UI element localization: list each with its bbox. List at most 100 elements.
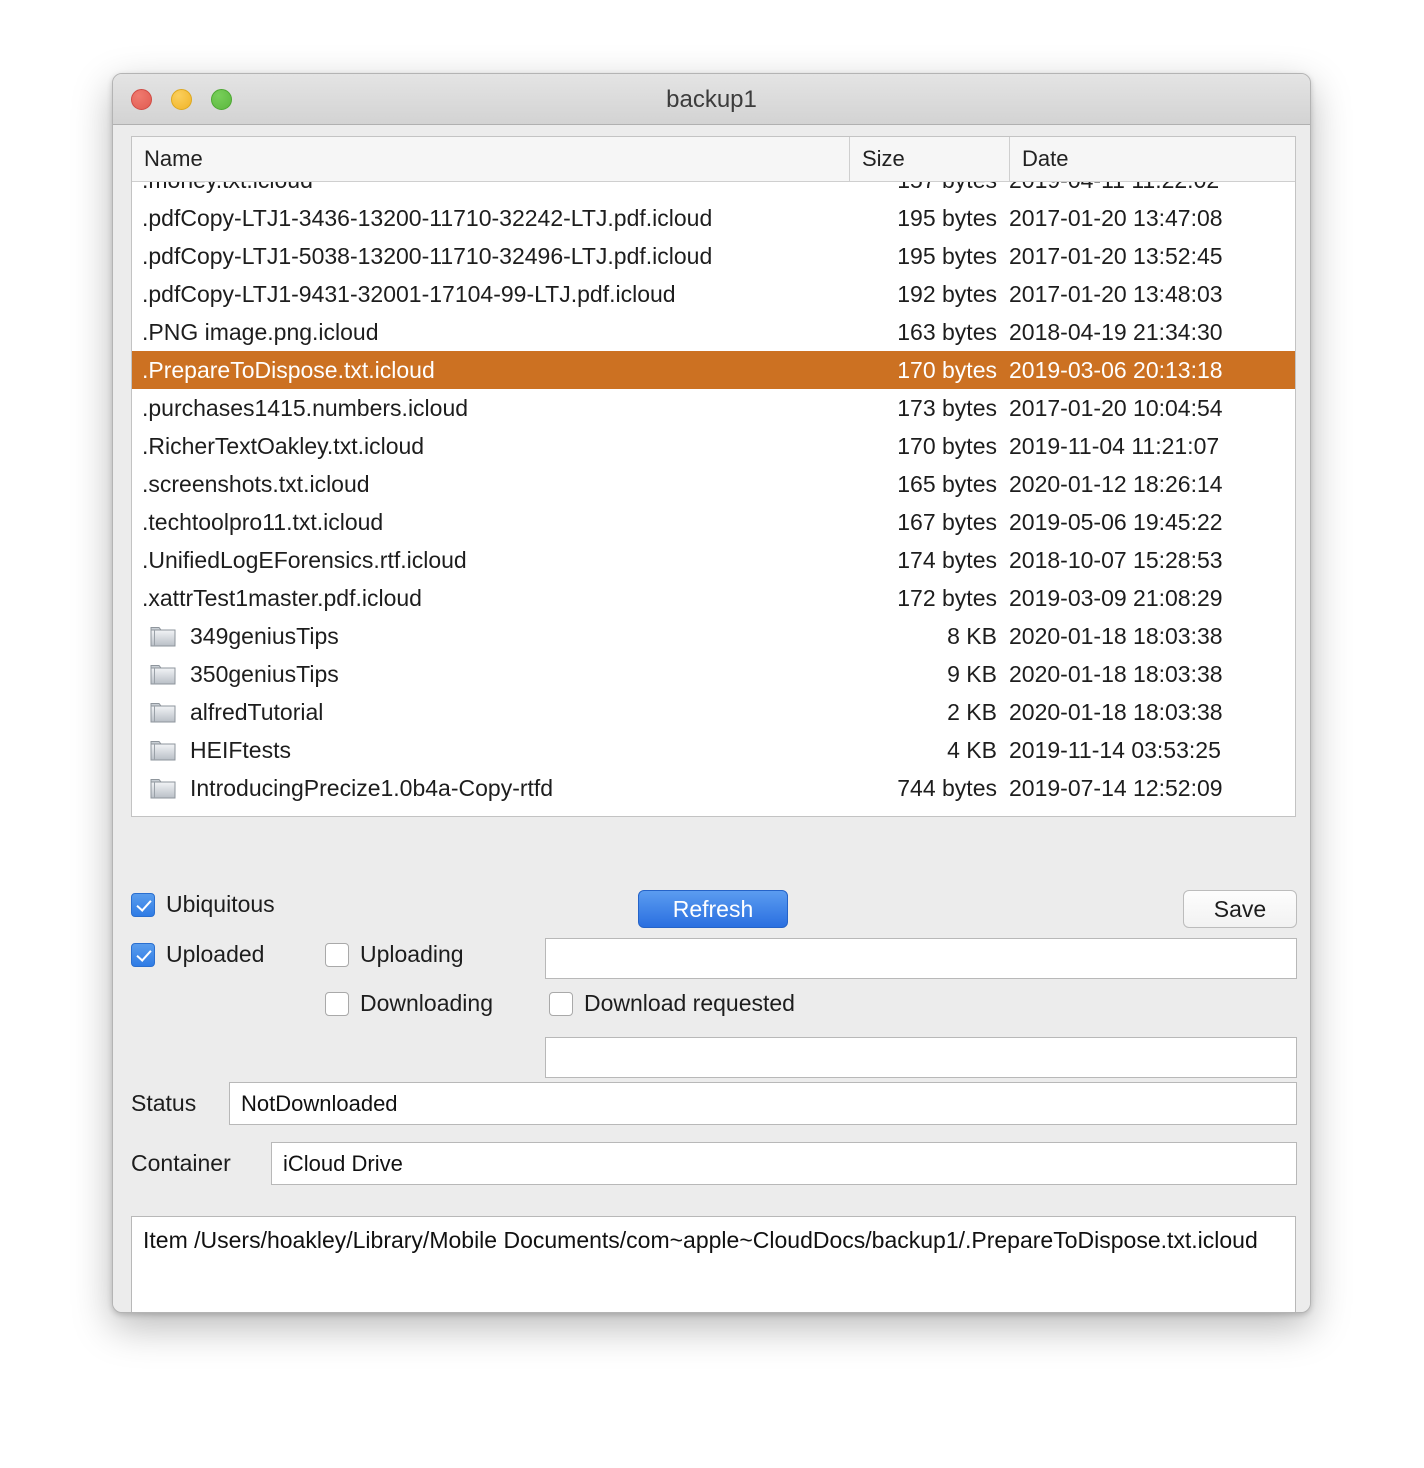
table-row[interactable]: .PrepareToDispose.txt.icloud170 bytes 201… <box>132 351 1295 389</box>
file-size-cell: 170 bytes <box>849 351 997 389</box>
download-text-field[interactable] <box>545 1037 1297 1078</box>
refresh-button[interactable]: Refresh <box>638 890 788 928</box>
file-date-cell: 2017-01-20 10:04:54 <box>1009 389 1295 427</box>
file-date-cell: 2017-01-20 13:52:45 <box>1009 237 1295 275</box>
table-row[interactable]: .purchases1415.numbers.icloud173 bytes 20… <box>132 389 1295 427</box>
container-label: Container <box>131 1150 231 1177</box>
checkbox-uploaded-box[interactable] <box>131 943 155 967</box>
file-name-text: 350geniusTips <box>190 661 339 687</box>
checkbox-uploaded-label: Uploaded <box>166 941 264 968</box>
file-size-cell: 163 bytes <box>849 313 997 351</box>
checkbox-ubiquitous-box[interactable] <box>131 893 155 917</box>
file-date-cell: 2020-01-12 18:26:14 <box>1009 465 1295 503</box>
file-size-cell: 157 bytes <box>849 182 997 199</box>
file-size-cell: 744 bytes <box>849 769 997 807</box>
checkbox-uploading-box[interactable] <box>325 943 349 967</box>
file-date-cell: 2019-04-11 11:22:02 <box>1009 182 1295 199</box>
file-name-cell: .money.txt.icloud <box>142 182 842 199</box>
folder-icon <box>150 626 176 647</box>
column-header-date[interactable]: Date <box>1009 137 1295 181</box>
checkbox-uploading-label: Uploading <box>360 941 464 968</box>
table-row[interactable]: .money.txt.icloud 157 bytes 2019-04-11 11:… <box>132 182 1295 199</box>
file-name-text: HEIFtests <box>190 737 291 763</box>
file-name-cell: .PrepareToDispose.txt.icloud <box>142 351 842 389</box>
file-size-cell: 195 bytes <box>849 199 997 237</box>
table-row[interactable]: alfredTutorial 2 KB 2020-01-18 18:03:38 <box>132 693 1295 731</box>
table-row[interactable]: .pdfCopy-LTJ1-9431-32001-17104-99-LTJ.pd… <box>132 275 1295 313</box>
file-name-cell: alfredTutorial <box>142 693 850 731</box>
file-size-cell: 2 KB <box>849 693 997 731</box>
container-field[interactable]: iCloud Drive <box>271 1142 1297 1185</box>
table-row[interactable]: .xattrTest1master.pdf.icloud172 bytes 201… <box>132 579 1295 617</box>
file-list-header: Name Size Date <box>132 137 1295 182</box>
file-date-cell: 2020-01-18 18:03:38 <box>1009 693 1295 731</box>
checkbox-download-requested[interactable]: Download requested <box>549 990 795 1017</box>
table-row[interactable]: .UnifiedLogEForensics.rtf.icloud174 byte… <box>132 541 1295 579</box>
table-row[interactable]: 349geniusTips8 KB 2020-01-18 18:03:38 <box>132 617 1295 655</box>
file-name-cell: HEIFtests <box>142 731 850 769</box>
checkbox-downloading-box[interactable] <box>325 992 349 1016</box>
save-button[interactable]: Save <box>1183 890 1297 928</box>
folder-icon <box>150 778 176 799</box>
detail-textarea[interactable]: Item /Users/hoakley/Library/Mobile Docum… <box>131 1216 1296 1313</box>
file-name-cell: .techtoolpro11.txt.icloud <box>142 503 842 541</box>
file-name-cell: .PNG image.png.icloud <box>142 313 842 351</box>
table-row[interactable]: .techtoolpro11.txt.icloud167 bytes 2019-0… <box>132 503 1295 541</box>
table-row[interactable]: HEIFtests4 KB2019-11-14 03:53:25 <box>132 731 1295 769</box>
checkbox-downloading[interactable]: Downloading <box>325 990 493 1017</box>
minimize-button[interactable] <box>171 89 192 110</box>
table-row[interactable]: 350geniusTips 9 KB 2020-01-18 18:03:38 <box>132 655 1295 693</box>
table-row[interactable]: IntroducingPrecize1.0b4a-Copy-rtfd 744 by… <box>132 769 1295 807</box>
file-date-cell: 2019-07-14 12:52:09 <box>1009 769 1295 807</box>
checkbox-uploading[interactable]: Uploading <box>325 941 464 968</box>
table-row[interactable]: .pdfCopy-LTJ1-3436-13200-11710-32242-LTJ… <box>132 199 1295 237</box>
status-field[interactable]: NotDownloaded <box>229 1082 1297 1125</box>
file-date-cell: 2019-11-14 03:53:25 <box>1009 731 1295 769</box>
file-size-cell: 8 KB <box>849 617 997 655</box>
checkbox-download-requested-label: Download requested <box>584 990 795 1017</box>
upload-text-field[interactable] <box>545 938 1297 979</box>
table-row[interactable]: .screenshots.txt.icloud165 bytes2020-01-… <box>132 465 1295 503</box>
status-label: Status <box>131 1090 196 1117</box>
file-name-text: alfredTutorial <box>190 699 323 725</box>
checkbox-ubiquitous[interactable]: Ubiquitous <box>131 891 275 918</box>
checkbox-ubiquitous-label: Ubiquitous <box>166 891 275 918</box>
file-name-cell: .purchases1415.numbers.icloud <box>142 389 842 427</box>
app-window: backup1 Name Size Date .money.txt.icloud… <box>112 73 1311 1313</box>
file-size-cell: 9 KB <box>849 655 997 693</box>
file-date-cell: 2019-05-06 19:45:22 <box>1009 503 1295 541</box>
file-date-cell: 2019-11-04 11:21:07 <box>1009 427 1295 465</box>
column-header-size[interactable]: Size <box>849 137 1009 181</box>
file-name-cell: .xattrTest1master.pdf.icloud <box>142 579 842 617</box>
file-size-cell: 165 bytes <box>849 465 997 503</box>
column-header-name[interactable]: Name <box>132 137 849 181</box>
close-button[interactable] <box>131 89 152 110</box>
file-name-cell: .RicherTextOakley.txt.icloud <box>142 427 842 465</box>
file-name-cell: 349geniusTips <box>142 617 850 655</box>
file-name-text: IntroducingPrecize1.0b4a-Copy-rtfd <box>190 775 553 801</box>
file-size-cell: 173 bytes <box>849 389 997 427</box>
file-size-cell: 172 bytes <box>849 579 997 617</box>
file-list-rows-inner: .money.txt.icloud 157 bytes 2019-04-11 11:… <box>132 182 1295 807</box>
file-date-cell: 2017-01-20 13:47:08 <box>1009 199 1295 237</box>
file-name-cell: 350geniusTips <box>142 655 850 693</box>
file-date-cell: 2019-03-09 21:08:29 <box>1009 579 1295 617</box>
file-name-cell: .pdfCopy-LTJ1-5038-13200-11710-32496-LTJ… <box>142 237 842 275</box>
table-row[interactable]: .pdfCopy-LTJ1-5038-13200-11710-32496-LTJ… <box>132 237 1295 275</box>
file-date-cell: 2020-01-18 18:03:38 <box>1009 617 1295 655</box>
file-size-cell: 167 bytes <box>849 503 997 541</box>
file-list[interactable]: Name Size Date .money.txt.icloud 157 byte… <box>131 136 1296 817</box>
checkbox-downloading-label: Downloading <box>360 990 493 1017</box>
file-date-cell: 2019-03-06 20:13:18 <box>1009 351 1295 389</box>
maximize-button[interactable] <box>211 89 232 110</box>
table-row[interactable]: .RicherTextOakley.txt.icloud170 bytes201… <box>132 427 1295 465</box>
checkbox-uploaded[interactable]: Uploaded <box>131 941 264 968</box>
checkbox-download-requested-box[interactable] <box>549 992 573 1016</box>
table-row[interactable]: .PNG image.png.icloud163 bytes2018-04-19… <box>132 313 1295 351</box>
file-date-cell: 2017-01-20 13:48:03 <box>1009 275 1295 313</box>
window-controls <box>131 89 232 110</box>
file-date-cell: 2020-01-18 18:03:38 <box>1009 655 1295 693</box>
file-size-cell: 195 bytes <box>849 237 997 275</box>
file-list-rows[interactable]: .money.txt.icloud 157 bytes 2019-04-11 11:… <box>132 182 1295 816</box>
folder-icon <box>150 664 176 685</box>
